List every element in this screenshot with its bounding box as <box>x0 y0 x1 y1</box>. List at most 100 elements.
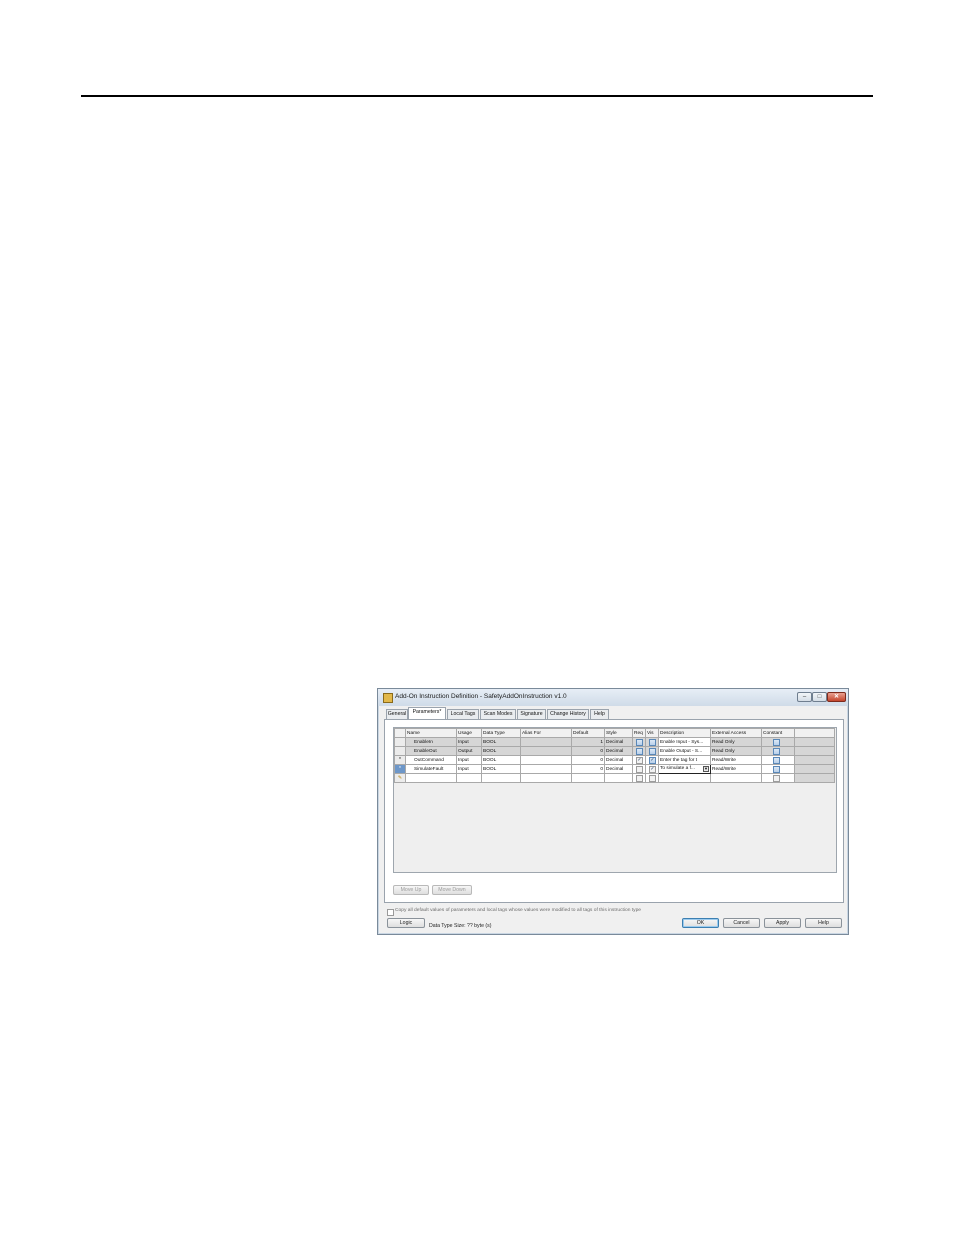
logic-button[interactable]: Logic <box>387 918 425 928</box>
cell-name[interactable]: SimulateFault <box>405 764 457 774</box>
tab-scan-modes[interactable]: Scan Modes <box>480 709 516 719</box>
cell-external-access[interactable]: Read Only <box>710 746 762 756</box>
column-header-data-type[interactable]: Data Type <box>481 728 521 738</box>
tab-parameters[interactable]: Parameters* <box>408 707 446 719</box>
cell-name[interactable] <box>405 773 457 783</box>
row-selector[interactable]: * <box>394 764 406 774</box>
row-selector[interactable]: * <box>394 755 406 765</box>
cell-data-type[interactable]: BOOL <box>481 755 521 765</box>
column-header-constant[interactable]: Constant <box>761 728 795 738</box>
vis-checkbox[interactable] <box>649 738 656 746</box>
column-header-req[interactable]: Req <box>632 728 646 738</box>
column-header-external-access[interactable]: External Access <box>710 728 762 738</box>
tab-change-history[interactable]: Change History <box>547 709 589 719</box>
constant-checkbox[interactable] <box>773 747 780 755</box>
title-bar[interactable]: Add-On Instruction Definition - SafetyAd… <box>378 689 848 706</box>
cell-data-type[interactable] <box>481 773 521 783</box>
cell-default[interactable]: 0 <box>571 764 605 774</box>
cell-default[interactable]: 0 <box>571 746 605 756</box>
cell-data-type[interactable]: BOOL <box>481 764 521 774</box>
cell-style[interactable]: Decimal <box>604 737 633 747</box>
cell-alias-for[interactable] <box>520 755 572 765</box>
tab-local-tags[interactable]: Local Tags <box>447 709 479 719</box>
description-edit-text[interactable]: To simulate a f... <box>660 766 695 771</box>
move-up-button[interactable]: Move Up <box>393 885 429 895</box>
tab-help[interactable]: Help <box>590 709 609 719</box>
apply-button[interactable]: Apply <box>764 918 801 928</box>
cell-alias-for[interactable] <box>520 737 572 747</box>
cell-description[interactable]: Enable Input - Sys... <box>658 737 711 747</box>
cell-description[interactable] <box>658 773 711 783</box>
column-header-vis[interactable]: Vis <box>645 728 659 738</box>
constant-checkbox[interactable] <box>773 756 780 764</box>
table-row[interactable]: * SimulateFault Input BOOL 0 Decimal ✓ T… <box>394 764 835 774</box>
vis-checkbox[interactable] <box>649 747 656 755</box>
req-checkbox-checked[interactable]: ✓ <box>636 756 643 764</box>
column-header-name[interactable]: Name <box>405 728 457 738</box>
cell-alias-for[interactable] <box>520 773 572 783</box>
cell-external-access[interactable]: Read/Write <box>710 755 762 765</box>
cell-name[interactable]: EnableIn <box>405 737 457 747</box>
cell-external-access[interactable]: Read/Write <box>710 764 762 774</box>
req-checkbox[interactable] <box>636 747 643 755</box>
column-header-usage[interactable]: Usage <box>456 728 482 738</box>
tab-general[interactable]: General <box>386 709 408 719</box>
ok-button[interactable]: OK <box>682 918 719 928</box>
cell-usage[interactable] <box>456 773 482 783</box>
vis-checkbox-checked[interactable]: ✓ <box>649 756 656 764</box>
tab-signature[interactable]: Signature <box>517 709 546 719</box>
req-checkbox[interactable] <box>636 738 643 746</box>
column-header-style[interactable]: Style <box>604 728 633 738</box>
cell-external-access[interactable] <box>710 773 762 783</box>
table-row[interactable]: * OutCommand Input BOOL 0 Decimal ✓ ✓ En… <box>394 755 835 765</box>
minimize-button[interactable]: – <box>797 692 812 702</box>
cell-usage[interactable]: Input <box>456 737 482 747</box>
cell-description[interactable]: Enter the tag for t <box>658 755 711 765</box>
vis-checkbox-checked[interactable]: ✓ <box>649 765 656 773</box>
column-header-description[interactable]: Description <box>658 728 711 738</box>
vis-checkbox[interactable] <box>649 774 656 782</box>
cell-default[interactable]: 0 <box>571 755 605 765</box>
column-header-alias-for[interactable]: Alias For <box>520 728 572 738</box>
constant-checkbox[interactable] <box>773 765 780 773</box>
dropdown-arrow-icon[interactable]: ▼ <box>703 766 709 772</box>
cell-alias-for[interactable] <box>520 746 572 756</box>
cell-style[interactable]: Decimal <box>604 764 633 774</box>
app-icon <box>383 693 393 703</box>
cell-style[interactable] <box>604 773 633 783</box>
req-checkbox[interactable] <box>636 765 643 773</box>
cell-description[interactable]: Enable Output - S... <box>658 746 711 756</box>
new-row-pencil-icon[interactable]: ✎ <box>394 773 406 783</box>
req-checkbox[interactable] <box>636 774 643 782</box>
table-row[interactable]: EnableOut Output BOOL 0 Decimal Enable O… <box>394 746 835 756</box>
cell-style[interactable]: Decimal <box>604 755 633 765</box>
row-selector[interactable] <box>394 737 406 747</box>
help-button[interactable]: Help <box>805 918 842 928</box>
cell-default[interactable]: 1 <box>571 737 605 747</box>
row-selector[interactable] <box>394 746 406 756</box>
constant-checkbox[interactable] <box>773 774 780 782</box>
cell-data-type[interactable]: BOOL <box>481 737 521 747</box>
cancel-button[interactable]: Cancel <box>723 918 760 928</box>
table-row-new[interactable]: ✎ <box>394 773 835 783</box>
copy-defaults-checkbox[interactable] <box>387 909 394 916</box>
cell-constant <box>761 755 795 765</box>
cell-name[interactable]: OutCommand <box>405 755 457 765</box>
maximize-button[interactable]: □ <box>812 692 827 702</box>
table-row[interactable]: EnableIn Input BOOL 1 Decimal Enable Inp… <box>394 737 835 747</box>
move-down-button[interactable]: Move Down <box>432 885 472 895</box>
cell-description-editing[interactable]: To simulate a f... ▼ <box>658 764 711 774</box>
cell-usage[interactable]: Output <box>456 746 482 756</box>
cell-data-type[interactable]: BOOL <box>481 746 521 756</box>
cell-default[interactable] <box>571 773 605 783</box>
constant-checkbox[interactable] <box>773 738 780 746</box>
cell-style[interactable]: Decimal <box>604 746 633 756</box>
close-button[interactable]: ✕ <box>827 692 846 702</box>
cell-external-access[interactable]: Read Only <box>710 737 762 747</box>
cell-usage[interactable]: Input <box>456 755 482 765</box>
cell-name[interactable]: EnableOut <box>405 746 457 756</box>
cell-alias-for[interactable] <box>520 764 572 774</box>
column-header-default[interactable]: Default <box>571 728 605 738</box>
cell-constant <box>761 746 795 756</box>
cell-usage[interactable]: Input <box>456 764 482 774</box>
